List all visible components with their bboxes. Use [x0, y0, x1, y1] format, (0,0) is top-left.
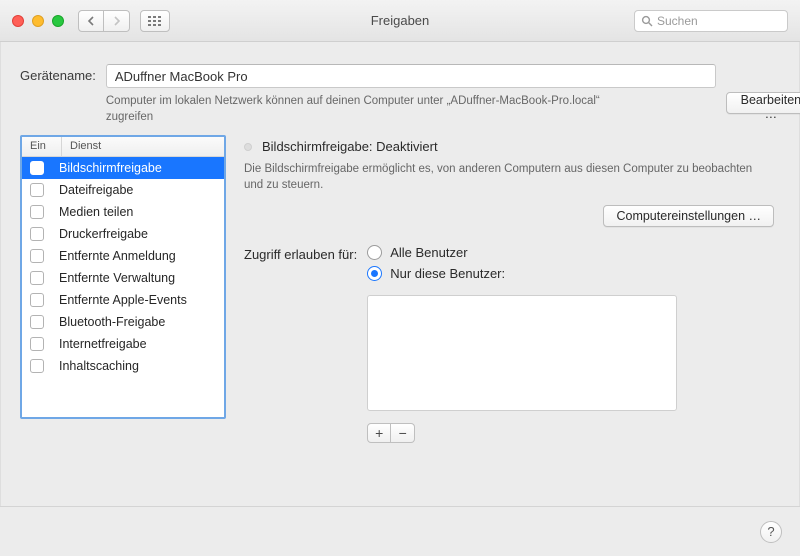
remove-user-button[interactable]: −	[391, 423, 415, 443]
column-service[interactable]: Dienst	[62, 137, 224, 156]
radio-only-label: Nur diese Benutzer:	[390, 266, 505, 281]
service-item-label: Bildschirmfreigabe	[59, 161, 162, 175]
service-item[interactable]: Inhaltscaching	[22, 355, 224, 377]
service-item-label: Druckerfreigabe	[59, 227, 148, 241]
radio-icon	[367, 245, 382, 260]
nav-back-forward	[78, 10, 130, 32]
service-item-label: Entfernte Apple-Events	[59, 293, 187, 307]
service-item[interactable]: Internetfreigabe	[22, 333, 224, 355]
service-item[interactable]: Entfernte Anmeldung	[22, 245, 224, 267]
search-field[interactable]	[634, 10, 788, 32]
device-name-label: Gerätename:	[20, 64, 96, 83]
service-item-label: Bluetooth-Freigabe	[59, 315, 165, 329]
service-item[interactable]: Medien teilen	[22, 201, 224, 223]
checkbox-icon[interactable]	[30, 337, 44, 351]
titlebar: Freigaben	[0, 0, 800, 42]
service-item[interactable]: Entfernte Verwaltung	[22, 267, 224, 289]
radio-only-users[interactable]: Nur diese Benutzer:	[367, 266, 677, 281]
checkbox-icon[interactable]	[30, 161, 44, 175]
checkbox-icon[interactable]	[30, 183, 44, 197]
help-button[interactable]: ?	[760, 521, 782, 543]
service-item-label: Entfernte Verwaltung	[59, 271, 175, 285]
search-icon	[641, 15, 653, 27]
detail-pane: Bildschirmfreigabe: Deaktiviert Die Bild…	[244, 135, 780, 492]
close-icon[interactable]	[12, 15, 24, 27]
device-name-row: Gerätename: Computer im lokalen Netzwerk…	[0, 42, 800, 131]
checkbox-icon[interactable]	[30, 293, 44, 307]
service-list-header: Ein Dienst	[22, 137, 224, 157]
device-name-input[interactable]	[106, 64, 716, 88]
sharing-prefs-window: Freigaben Gerätename: Computer im lokale…	[0, 0, 800, 556]
minimize-icon[interactable]	[32, 15, 44, 27]
service-item-label: Inhaltscaching	[59, 359, 139, 373]
computer-settings-button[interactable]: Computereinstellungen …	[603, 205, 774, 227]
checkbox-icon[interactable]	[30, 271, 44, 285]
service-description: Die Bildschirmfreigabe ermöglicht es, vo…	[244, 162, 764, 193]
checkbox-icon[interactable]	[30, 315, 44, 329]
service-item-label: Medien teilen	[59, 205, 133, 219]
radio-all-label: Alle Benutzer	[390, 245, 467, 260]
add-remove-controls: + −	[367, 423, 677, 443]
radio-icon	[367, 266, 382, 281]
service-list-panel: Ein Dienst Bildschirmfreigabe Dateifreiga…	[20, 135, 226, 419]
service-item-label: Entfernte Anmeldung	[59, 249, 176, 263]
access-row: Zugriff erlauben für: Alle Benutzer Nur …	[244, 245, 780, 443]
access-label: Zugriff erlauben für:	[244, 245, 357, 262]
checkbox-icon[interactable]	[30, 205, 44, 219]
service-item[interactable]: Bluetooth-Freigabe	[22, 311, 224, 333]
column-on[interactable]: Ein	[22, 137, 62, 156]
checkbox-icon[interactable]	[30, 249, 44, 263]
footer: ?	[0, 506, 800, 556]
service-item-label: Dateifreigabe	[59, 183, 133, 197]
add-user-button[interactable]: +	[367, 423, 391, 443]
status-indicator-icon	[244, 143, 252, 151]
service-item[interactable]: Entfernte Apple-Events	[22, 289, 224, 311]
service-list[interactable]: Bildschirmfreigabe Dateifreigabe Medien te…	[22, 157, 224, 417]
forward-button[interactable]	[104, 10, 130, 32]
radio-all-users[interactable]: Alle Benutzer	[367, 245, 677, 260]
checkbox-icon[interactable]	[30, 359, 44, 373]
back-button[interactable]	[78, 10, 104, 32]
edit-hostname-button[interactable]: Bearbeiten …	[726, 92, 800, 114]
device-hint: Computer im lokalen Netzwerk können auf …	[106, 94, 636, 125]
status-text: Bildschirmfreigabe: Deaktiviert	[262, 139, 438, 154]
service-item[interactable]: Druckerfreigabe	[22, 223, 224, 245]
allowed-users-list[interactable]	[367, 295, 677, 411]
service-item[interactable]: Dateifreigabe	[22, 179, 224, 201]
window-controls	[12, 15, 64, 27]
show-all-button[interactable]	[140, 10, 170, 32]
service-item-label: Internetfreigabe	[59, 337, 147, 351]
checkbox-icon[interactable]	[30, 227, 44, 241]
search-input[interactable]	[657, 14, 800, 28]
zoom-icon[interactable]	[52, 15, 64, 27]
service-item[interactable]: Bildschirmfreigabe	[22, 157, 224, 179]
